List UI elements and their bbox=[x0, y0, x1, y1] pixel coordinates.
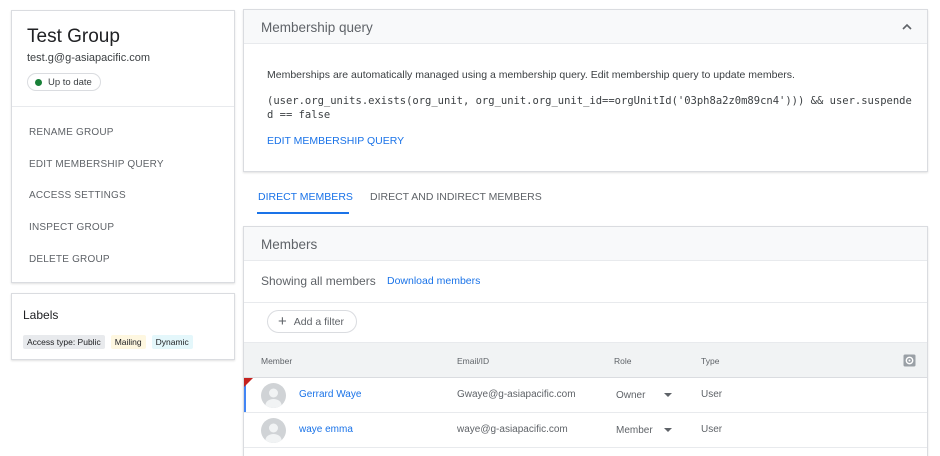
column-header-role[interactable]: Role bbox=[614, 356, 631, 366]
add-filter-button[interactable]: + Add a filter bbox=[267, 310, 357, 333]
caret-down-icon bbox=[664, 428, 672, 432]
column-header-member[interactable]: Member bbox=[261, 356, 292, 366]
member-type: User bbox=[701, 389, 723, 400]
label-chip-dynamic: Dynamic bbox=[151, 335, 193, 349]
divider bbox=[12, 106, 234, 107]
edit-membership-query-link[interactable]: EDIT MEMBERSHIP QUERY bbox=[267, 135, 404, 147]
status-label: Up to date bbox=[48, 76, 92, 88]
edit-membership-query-button[interactable]: EDIT MEMBERSHIP QUERY bbox=[29, 159, 164, 170]
tab-direct-and-indirect-members[interactable]: DIRECT AND INDIRECT MEMBERS bbox=[370, 191, 542, 203]
status-dot-icon bbox=[35, 78, 42, 86]
role-select[interactable]: Member bbox=[616, 420, 672, 440]
avatar bbox=[261, 383, 286, 408]
membership-query-title: Membership query bbox=[261, 20, 373, 35]
group-info-card: Test Group test.g@g-asiapacific.com Up t… bbox=[11, 10, 235, 283]
group-email: test.g@g-asiapacific.com bbox=[27, 52, 151, 64]
members-header: Members bbox=[244, 227, 927, 261]
download-members-link[interactable]: Download members bbox=[387, 275, 480, 287]
caret-down-icon bbox=[664, 393, 672, 397]
membership-query-code: (user.org_units.exists(org_unit, org_uni… bbox=[267, 95, 912, 121]
person-icon bbox=[265, 388, 282, 408]
role-value: Member bbox=[616, 424, 653, 436]
member-email: waye@g-asiapacific.com bbox=[457, 424, 568, 435]
labels-card: Labels Access type: Public Mailing Dynam… bbox=[11, 293, 235, 360]
divider bbox=[244, 302, 927, 303]
role-value: Owner bbox=[616, 389, 646, 401]
members-table-header: Member Email/ID Role Type bbox=[244, 342, 927, 378]
rename-group-button[interactable]: RENAME GROUP bbox=[29, 127, 114, 138]
delete-group-button[interactable]: DELETE GROUP bbox=[29, 254, 110, 265]
active-tab-indicator bbox=[257, 212, 349, 214]
flag-icon bbox=[244, 378, 253, 387]
labels-title: Labels bbox=[23, 308, 59, 322]
members-title: Members bbox=[261, 237, 318, 252]
tab-direct-members[interactable]: DIRECT MEMBERS bbox=[258, 191, 353, 203]
access-settings-button[interactable]: ACCESS SETTINGS bbox=[29, 190, 126, 201]
column-settings-icon[interactable] bbox=[903, 354, 916, 367]
status-badge: Up to date bbox=[27, 73, 101, 91]
role-select[interactable]: Owner bbox=[616, 385, 672, 405]
add-filter-label: Add a filter bbox=[293, 315, 344, 328]
member-name[interactable]: waye emma bbox=[299, 424, 353, 435]
plus-icon: + bbox=[278, 313, 287, 330]
person-icon bbox=[265, 423, 282, 443]
membership-query-header[interactable]: Membership query bbox=[244, 10, 927, 44]
members-card: Members Showing all members Download mem… bbox=[243, 226, 928, 456]
column-header-email[interactable]: Email/ID bbox=[457, 356, 489, 366]
table-row[interactable]: Gerrard Waye Gwaye@g-asiapacific.com Own… bbox=[244, 378, 927, 413]
table-row[interactable]: waye emma waye@g-asiapacific.com Member … bbox=[244, 413, 927, 448]
inspect-group-button[interactable]: INSPECT GROUP bbox=[29, 222, 114, 233]
label-chip-mailing: Mailing bbox=[110, 335, 146, 349]
label-chip-access-type: Access type: Public bbox=[23, 335, 105, 349]
chevron-up-icon[interactable] bbox=[901, 22, 913, 32]
membership-query-card: Membership query Memberships are automat… bbox=[243, 9, 928, 172]
avatar bbox=[261, 418, 286, 443]
member-email: Gwaye@g-asiapacific.com bbox=[457, 389, 576, 400]
label-chips: Access type: Public Mailing Dynamic bbox=[23, 335, 193, 349]
column-header-type[interactable]: Type bbox=[701, 356, 719, 366]
member-type: User bbox=[701, 424, 723, 435]
group-title: Test Group bbox=[27, 26, 120, 47]
showing-members-text: Showing all members bbox=[261, 274, 376, 288]
member-name[interactable]: Gerrard Waye bbox=[299, 389, 361, 400]
membership-query-description: Memberships are automatically managed us… bbox=[267, 69, 795, 81]
